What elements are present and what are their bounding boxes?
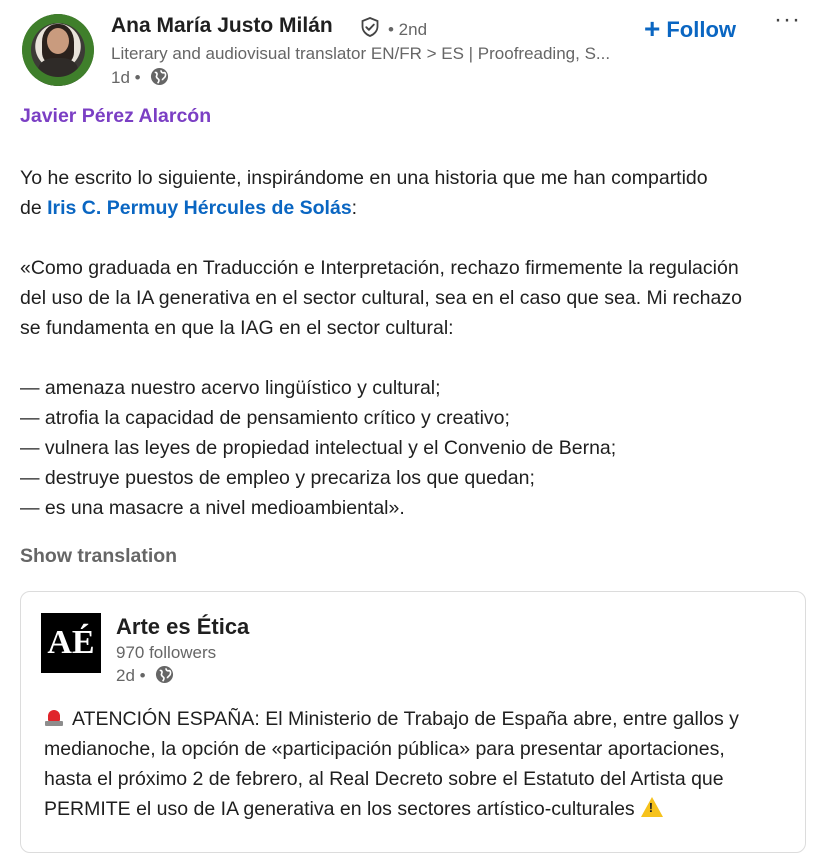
- show-translation-button[interactable]: Show translation: [20, 545, 177, 568]
- intro-de: de: [20, 197, 48, 219]
- shared-line: medianoche, la opción de «participación …: [44, 738, 725, 760]
- shared-line: hasta el próximo 2 de febrero, al Real D…: [44, 768, 724, 790]
- mention-link[interactable]: Javier Pérez Alarcón: [20, 105, 211, 128]
- intro-line-2: de Iris C. Permuy Hércules de Solás:: [20, 193, 800, 223]
- shared-line: PERMITE el uso de IA generativa en los s…: [44, 794, 796, 824]
- bullet-line: — es una masacre a nivel medioambiental»…: [20, 497, 405, 519]
- shared-line-text: PERMITE el uso de IA generativa en los s…: [44, 798, 635, 820]
- shared-line-text: ATENCIÓN ESPAÑA: El Ministerio de Trabaj…: [72, 708, 739, 730]
- shared-post-text: ATENCIÓN ESPAÑA: El Ministerio de Trabaj…: [44, 704, 796, 824]
- company-name[interactable]: Arte es Ética: [116, 614, 249, 640]
- mention-link-iris[interactable]: Iris C. Permuy Hércules de Solás: [47, 197, 352, 219]
- plus-icon: +: [644, 13, 661, 44]
- globe-icon: [150, 67, 169, 86]
- connection-degree: • 2nd: [388, 20, 428, 39]
- post-time: 1d •: [111, 68, 141, 87]
- follow-button[interactable]: + Follow: [644, 12, 736, 44]
- open-to-work-ring: [22, 14, 94, 86]
- company-logo[interactable]: AÉ: [41, 613, 101, 673]
- bullet-line: — amenaza nuestro acervo lingüístico y c…: [20, 377, 441, 399]
- globe-icon: [155, 665, 174, 684]
- company-followers: 970 followers: [116, 643, 217, 662]
- intro-colon: :: [351, 197, 358, 219]
- quote-line: del uso de la IA generativa en el sector…: [20, 287, 742, 309]
- follow-label: Follow: [666, 17, 737, 42]
- more-options-icon[interactable]: ···: [774, 6, 801, 34]
- author-headline: Literary and audiovisual translator EN/F…: [111, 44, 611, 63]
- bullet-line: — atrofia la capacidad de pensamiento cr…: [20, 407, 510, 429]
- author-avatar[interactable]: [22, 14, 94, 86]
- quote-line: se fundamenta en que la IAG en el sector…: [20, 317, 454, 339]
- warning-icon: !: [640, 797, 663, 817]
- shared-line: ATENCIÓN ESPAÑA: El Ministerio de Trabaj…: [44, 704, 796, 734]
- intro-line: Yo he escrito lo siguiente, inspirándome…: [20, 167, 708, 189]
- shared-post-time: 2d •: [116, 666, 146, 685]
- police-light-icon: [44, 710, 64, 726]
- post-body: Yo he escrito lo siguiente, inspirándome…: [20, 163, 800, 523]
- bullet-line: — destruye puestos de empleo y precariza…: [20, 467, 535, 489]
- bullet-line: — vulnera las leyes de propiedad intelec…: [20, 437, 617, 459]
- quote-line: «Como graduada en Traducción e Interpret…: [20, 257, 739, 279]
- verified-shield-icon: [361, 17, 379, 37]
- author-name[interactable]: Ana María Justo Milán: [111, 14, 333, 38]
